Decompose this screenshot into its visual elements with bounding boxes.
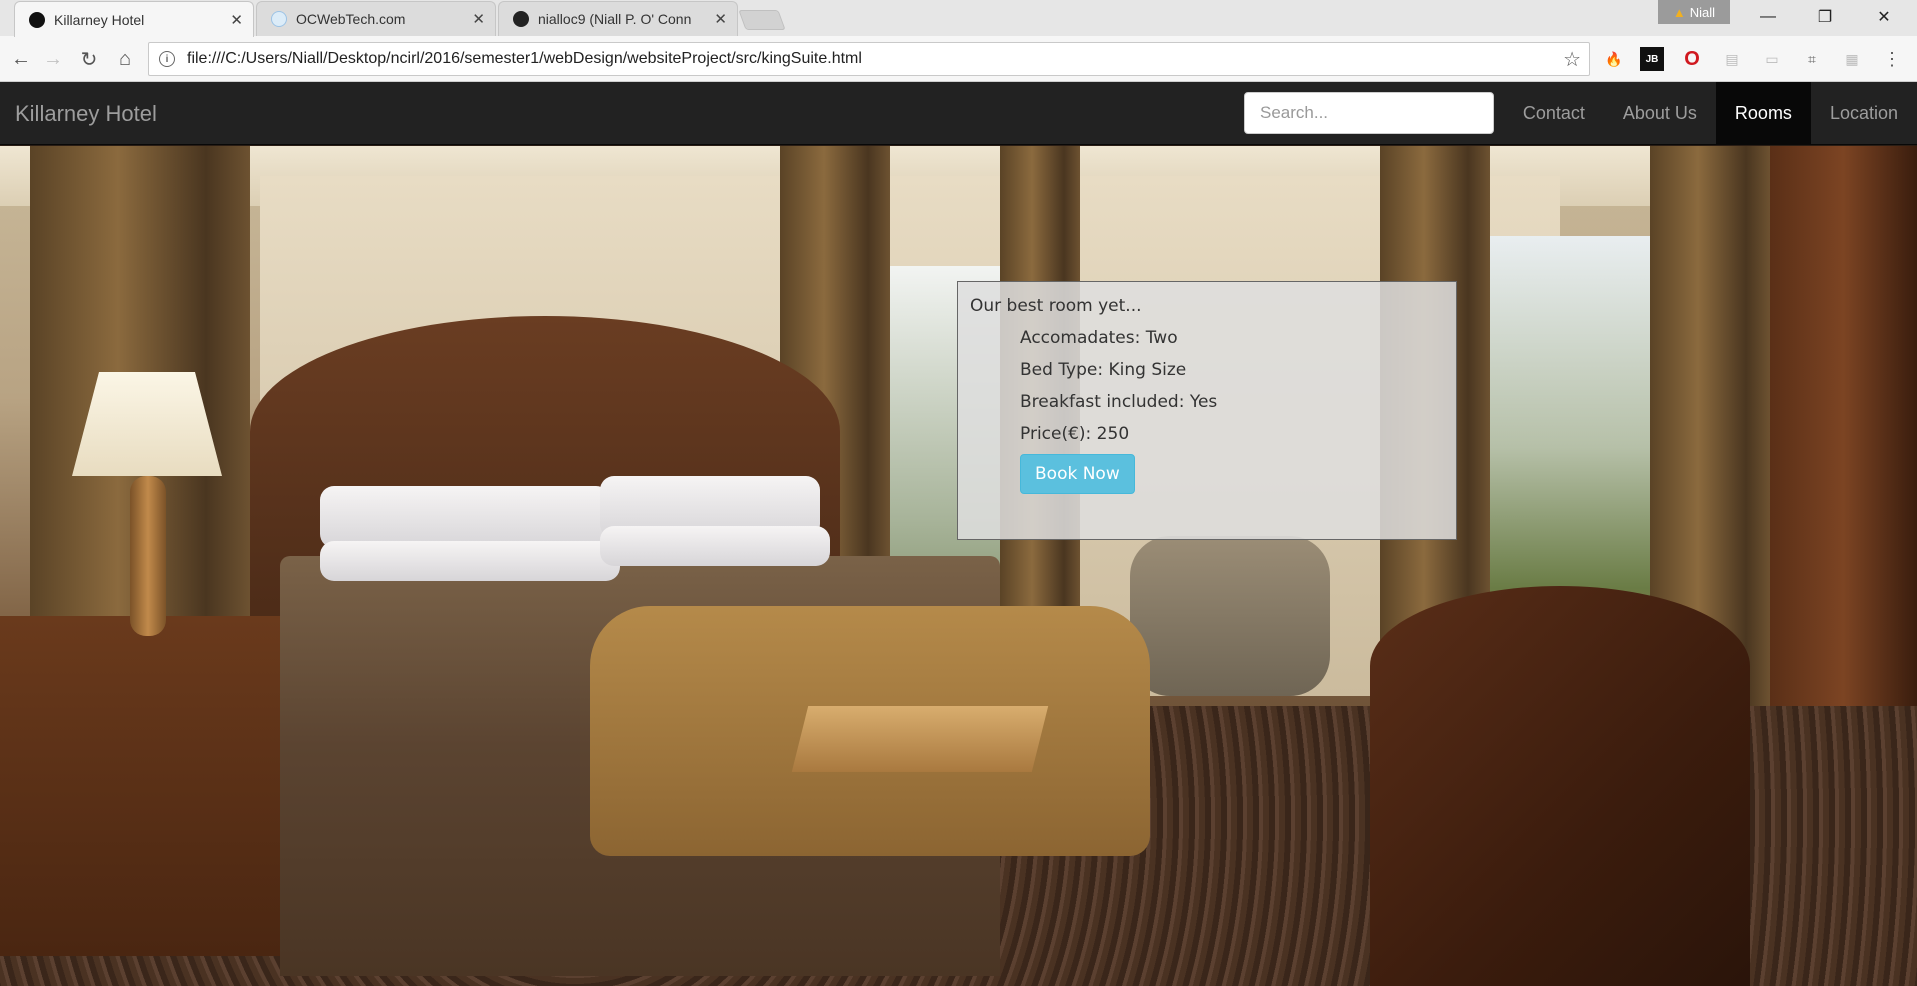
tab-github[interactable]: nialloc9 (Niall P. O' Conn ✕ [498,1,738,36]
profile-badge[interactable]: ▲ Niall [1658,0,1730,24]
opera-extension-icon[interactable]: O [1680,47,1704,71]
nav-link-rooms[interactable]: Rooms [1715,82,1811,145]
screen-extension-icon[interactable]: ▭ [1760,47,1784,71]
room-hero-image [0,146,1917,986]
book-now-button[interactable]: Book Now [1020,454,1135,494]
ocwebtech-favicon-icon [271,11,287,27]
site-navbar: Killarney Hotel Contact About Us Rooms L… [0,82,1917,145]
restore-icon[interactable]: ❐ [1797,0,1853,34]
pillow [600,526,830,566]
pillow [320,486,610,548]
address-bar[interactable]: i file:///C:/Users/Niall/Desktop/ncirl/2… [148,42,1590,76]
leather-chair [1370,586,1750,986]
pillow [320,541,620,581]
search-input[interactable] [1244,92,1494,134]
room-intro: Our best room yet... [970,296,1142,316]
nightstand [0,616,280,956]
nav-link-contact[interactable]: Contact [1504,82,1604,145]
tab-title: nialloc9 (Niall P. O' Conn [538,11,692,27]
cast-icon[interactable]: ⌗ [1800,47,1824,71]
jetbrains-extension-icon[interactable]: JB [1640,47,1664,71]
tab-title: Killarney Hotel [54,11,145,28]
armchair [1130,536,1330,696]
bookmark-star-icon[interactable]: ☆ [1563,47,1581,72]
room-details-list: Accomadates: Two Bed Type: King Size Bre… [970,328,1444,444]
breakfast-tray [791,706,1049,772]
back-arrow-icon[interactable]: ← [6,44,36,74]
hotel-favicon-icon [29,11,45,28]
minimize-icon[interactable]: — [1740,0,1796,34]
detail-accommodates: Accomadates: Two [1020,328,1178,348]
github-favicon-icon [513,11,529,27]
forward-arrow-icon[interactable]: → [38,44,68,74]
puzzle-extension-icon[interactable]: ▦ [1840,47,1864,71]
home-icon[interactable]: ⌂ [110,44,140,74]
browser-toolbar: ← → ↻ ⌂ i file:///C:/Users/Niall/Desktop… [0,36,1917,82]
close-window-icon[interactable]: ✕ [1856,0,1912,34]
site-brand[interactable]: Killarney Hotel [15,82,157,145]
warning-icon: ▲ [1672,4,1686,20]
url-text: file:///C:/Users/Niall/Desktop/ncirl/201… [187,50,862,67]
new-tab-button[interactable] [738,10,786,30]
nav-link-location[interactable]: Location [1811,82,1917,145]
nav-link-about-us[interactable]: About Us [1604,82,1716,145]
lamp-base [130,476,166,636]
nav-links: Contact About Us Rooms Location [1504,82,1917,145]
tab-killarney-hotel[interactable]: Killarney Hotel ✕ [14,1,254,37]
browser-tab-strip: Killarney Hotel ✕ OCWebTech.com ✕ niallo… [0,0,1917,37]
reload-icon[interactable]: ↻ [74,44,104,74]
close-tab-icon[interactable]: ✕ [230,11,243,29]
calendar-extension-icon[interactable]: ▤ [1720,47,1744,71]
tab-ocwebtech[interactable]: OCWebTech.com ✕ [256,1,496,36]
info-icon[interactable]: i [159,51,175,67]
close-tab-icon[interactable]: ✕ [472,10,485,28]
detail-breakfast: Breakfast included: Yes [1020,392,1218,412]
close-tab-icon[interactable]: ✕ [714,10,727,28]
menu-kebab-icon[interactable]: ⋮ [1880,47,1904,71]
room-info-card: Our best room yet... Accomadates: Two Be… [957,281,1457,540]
detail-price: Price(€): 250 [1020,424,1130,444]
profile-name: Niall [1689,4,1716,20]
detail-bed-type: Bed Type: King Size [1020,360,1187,380]
fire-extension-icon[interactable]: 🔥 [1602,47,1626,71]
tab-title: OCWebTech.com [296,11,406,27]
